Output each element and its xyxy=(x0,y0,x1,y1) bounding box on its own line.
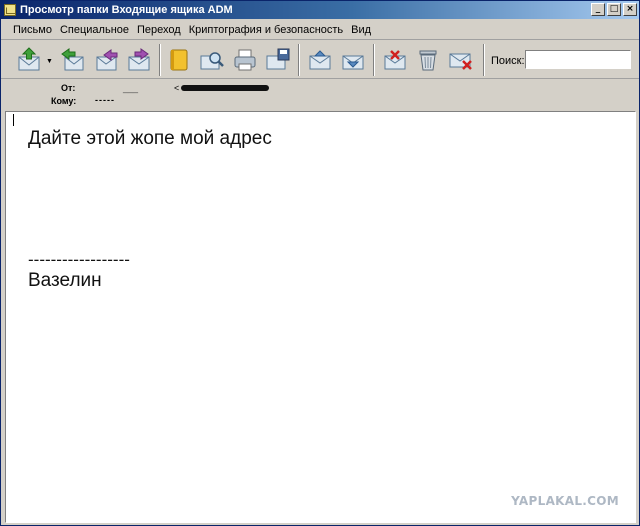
to-label: Кому: xyxy=(51,96,77,106)
close-button[interactable]: × xyxy=(623,3,637,16)
mark-spam-icon xyxy=(449,53,472,70)
reply-all-button[interactable] xyxy=(92,46,120,74)
delete-message-icon xyxy=(384,50,406,70)
menu-item-view[interactable]: Вид xyxy=(347,24,375,36)
menu-item-letter[interactable]: Письмо xyxy=(1,24,56,36)
search-label: Поиск: xyxy=(491,55,525,67)
reply-icon xyxy=(61,48,84,71)
previous-message-button[interactable] xyxy=(306,46,334,74)
to-value[interactable]: ----- xyxy=(95,95,115,105)
get-mail-dropdown-arrow[interactable]: ▼ xyxy=(46,58,53,65)
window-controls: _ □ × xyxy=(591,3,637,16)
from-name-placeholder: ___ xyxy=(123,83,139,93)
get-mail-button[interactable] xyxy=(15,46,43,74)
find-icon xyxy=(200,52,224,70)
window-title: Просмотр папки Входящие ящика ADM xyxy=(20,4,233,16)
mail-app-icon xyxy=(4,4,16,16)
delete-message-button[interactable] xyxy=(381,46,409,74)
mark-spam-button[interactable] xyxy=(447,46,475,74)
reply-button[interactable] xyxy=(59,46,87,74)
next-message-button[interactable] xyxy=(339,46,367,74)
toolbar-separator xyxy=(298,44,300,76)
address-book-button[interactable] xyxy=(165,46,193,74)
reply-all-icon xyxy=(96,49,118,71)
menu-item-go[interactable]: Переход xyxy=(133,24,185,36)
address-book-icon xyxy=(170,49,188,71)
save-icon xyxy=(266,48,290,70)
toolbar-separator xyxy=(373,44,375,76)
menu-bar: Письмо Специальное Переход Криптография … xyxy=(1,20,639,40)
trash-icon xyxy=(419,50,437,71)
minimize-button[interactable]: _ xyxy=(591,3,605,16)
forward-button[interactable] xyxy=(125,46,153,74)
save-button[interactable] xyxy=(264,46,292,74)
signature-separator: ------------------ xyxy=(28,250,130,269)
print-button[interactable] xyxy=(231,46,259,74)
message-headers: От: ___ < Кому: ----- xyxy=(1,80,639,110)
message-line: Дайте этой жопе мой адрес xyxy=(28,128,272,149)
find-button[interactable] xyxy=(198,46,226,74)
text-caret xyxy=(13,114,14,126)
trash-button[interactable] xyxy=(414,46,442,74)
from-label: От: xyxy=(61,83,76,93)
menu-item-crypto[interactable]: Криптография и безопасность xyxy=(185,24,347,36)
redacted-sender xyxy=(181,85,269,91)
watermark-logo: YAPLAKAL.COM xyxy=(511,494,619,508)
toolbar-separator xyxy=(159,44,161,76)
previous-message-icon xyxy=(309,50,331,70)
search-input[interactable] xyxy=(525,50,631,69)
menu-item-special[interactable]: Специальное xyxy=(56,24,133,36)
forward-icon xyxy=(128,48,150,71)
title-bar[interactable]: Просмотр папки Входящие ящика ADM _ □ × xyxy=(1,1,639,19)
signature-line: Вазелин xyxy=(28,270,102,291)
maximize-button[interactable]: □ xyxy=(607,3,621,16)
message-body[interactable]: Дайте этой жопе мой адрес --------------… xyxy=(5,111,636,523)
mail-window: Просмотр папки Входящие ящика ADM _ □ × … xyxy=(0,0,640,526)
next-message-icon xyxy=(342,55,364,70)
toolbar-separator xyxy=(483,44,485,76)
print-icon xyxy=(234,49,256,71)
from-value[interactable]: < xyxy=(174,83,179,93)
get-mail-icon xyxy=(18,47,40,71)
toolbar: ▼ Поиск: xyxy=(1,41,639,79)
